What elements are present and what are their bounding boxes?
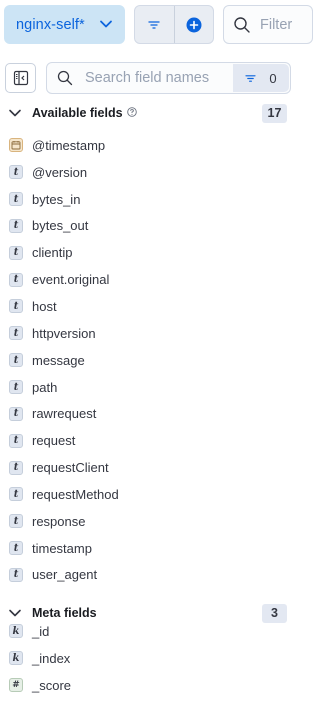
field-item[interactable]: t message <box>0 347 297 374</box>
dataview-picker-button[interactable]: nginx-self* <box>4 5 125 44</box>
field-item[interactable]: t httpversion <box>0 320 297 347</box>
field-item[interactable]: t event.original <box>0 266 297 293</box>
field-item[interactable]: t @version <box>0 159 297 186</box>
filter-placeholder: Filter <box>260 16 293 33</box>
sidebar-toggle-button[interactable] <box>5 63 36 93</box>
field-item[interactable]: t response <box>0 508 297 535</box>
chevron-down-icon <box>100 20 112 28</box>
field-type-token-text: t <box>9 245 23 260</box>
filter-menu-button[interactable] <box>135 6 174 43</box>
field-type-token-text: t <box>9 353 23 368</box>
filter-lines-icon <box>148 20 160 29</box>
field-item[interactable]: t requestClient <box>0 454 297 481</box>
field-item[interactable]: t rawrequest <box>0 400 297 427</box>
field-name: @timestamp <box>32 137 106 153</box>
field-name: bytes_out <box>32 218 89 234</box>
available-fields-title: Available fields <box>32 106 123 120</box>
field-type-token-text: t <box>9 514 23 529</box>
field-name: request <box>32 433 76 449</box>
field-name: httpversion <box>32 325 96 341</box>
field-item[interactable]: k _id <box>0 618 297 645</box>
field-item[interactable]: t timestamp <box>0 535 297 562</box>
meta-fields-list: k _id k _index # _score <box>0 618 297 699</box>
field-item[interactable]: t user_agent <box>0 562 297 589</box>
field-item[interactable]: # _score <box>0 672 297 699</box>
field-name: event.original <box>32 272 110 288</box>
plus-circle-icon <box>186 17 202 32</box>
field-name: rawrequest <box>32 406 97 422</box>
chevron-down-icon[interactable] <box>8 106 22 120</box>
field-name: response <box>32 513 86 529</box>
field-type-token-text: t <box>9 406 23 421</box>
field-type-token-text: t <box>9 433 23 448</box>
field-item[interactable]: t clientip <box>0 239 297 266</box>
field-search-placeholder: Search field names <box>85 70 210 86</box>
field-name: _id <box>32 623 50 639</box>
field-type-token-text: t <box>9 567 23 582</box>
available-fields-count: 17 <box>262 103 287 123</box>
field-item[interactable]: t host <box>0 293 297 320</box>
field-item[interactable]: t bytes_in <box>0 186 297 213</box>
field-type-token-text: t <box>9 487 23 502</box>
field-type-token-text: t <box>9 218 23 233</box>
field-name: path <box>32 379 58 395</box>
field-type-token-text: t <box>9 165 23 180</box>
available-fields-header[interactable]: Available fields 17 <box>0 101 297 125</box>
field-type-token-number: # <box>9 678 23 693</box>
field-name: message <box>32 352 85 368</box>
field-name: requestMethod <box>32 486 119 502</box>
field-name: _index <box>32 650 71 666</box>
field-name: _score <box>32 677 72 693</box>
field-type-token-keyword: k <box>9 651 23 666</box>
field-name: clientip <box>32 245 73 261</box>
question-circle-icon[interactable] <box>127 107 137 117</box>
field-name: host <box>32 298 57 314</box>
field-name: timestamp <box>32 540 92 556</box>
search-icon <box>57 70 73 86</box>
field-type-token-keyword: k <box>9 624 23 639</box>
sidebar-collapse-icon <box>13 70 28 86</box>
field-type-token-text: t <box>9 299 23 314</box>
field-item[interactable]: k _index <box>0 645 297 672</box>
query-actions-group <box>134 5 214 44</box>
field-type-token-text: t <box>9 272 23 287</box>
field-search-input[interactable]: Search field names 0 <box>46 62 291 94</box>
dataview-label: nginx-self* <box>16 16 85 33</box>
field-item[interactable]: t request <box>0 427 297 454</box>
available-fields-list: @timestamp t @version t bytes_in t bytes_out t c… <box>0 132 297 588</box>
field-filter-count: 0 <box>269 70 277 86</box>
field-item[interactable]: t path <box>0 374 297 401</box>
search-icon <box>234 16 250 33</box>
field-type-token-text: t <box>9 380 23 395</box>
add-filter-button[interactable] <box>173 6 214 43</box>
field-name: user_agent <box>32 567 98 583</box>
field-item[interactable]: @timestamp <box>0 132 297 159</box>
field-name: bytes_in <box>32 191 81 207</box>
field-type-token-text: t <box>9 192 23 207</box>
field-name: @version <box>32 164 88 180</box>
filter-lines-icon <box>245 74 257 82</box>
calendar-icon <box>9 138 23 153</box>
field-type-token-text: t <box>9 326 23 341</box>
field-type-filter-button[interactable]: 0 <box>233 64 289 92</box>
field-item[interactable]: t bytes_out <box>0 213 297 240</box>
field-type-token-text: t <box>9 541 23 556</box>
field-item[interactable]: t requestMethod <box>0 481 297 508</box>
field-name: requestClient <box>32 460 109 476</box>
query-filter-input[interactable]: Filter <box>223 5 313 44</box>
field-type-token-text: t <box>9 460 23 475</box>
